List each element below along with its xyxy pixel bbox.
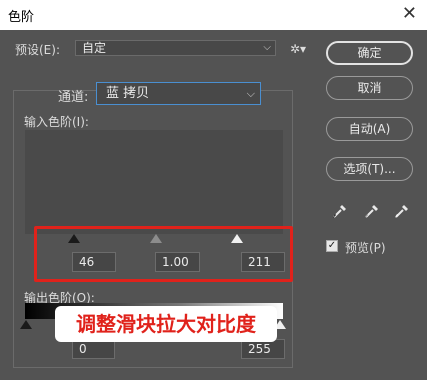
input-levels-label: 输入色阶(I): (24, 115, 89, 129)
preset-value: 自定 (82, 41, 107, 55)
annotation-banner: 调整滑块拉大对比度 (55, 306, 277, 342)
close-icon[interactable]: ✕ (402, 3, 417, 24)
gray-eyedropper-icon[interactable] (363, 202, 381, 220)
output-black-field[interactable]: 0 (72, 339, 115, 359)
black-eyedropper-icon[interactable] (331, 202, 349, 220)
channel-select[interactable]: 蓝 拷贝 ⌵ (96, 82, 261, 105)
preset-select[interactable]: 自定 ⌵ (75, 40, 276, 56)
output-white-field[interactable]: 255 (241, 339, 285, 359)
window-title: 色阶 (8, 10, 35, 25)
chevron-down-icon: ⌵ (263, 42, 271, 53)
cancel-button[interactable]: 取消 (326, 76, 413, 100)
preview-label: 预览(P) (345, 241, 386, 255)
preview-checkbox[interactable]: ✓ (326, 240, 338, 252)
channel-value: 蓝 拷贝 (106, 86, 150, 101)
gear-icon[interactable]: ✲▾ (290, 42, 306, 56)
highlight-box (34, 226, 293, 282)
title-bar: 色阶 ✕ (0, 0, 427, 30)
channel-label: 通道: (58, 90, 89, 105)
histogram (25, 130, 283, 234)
ok-button[interactable]: 确定 (326, 41, 413, 65)
chevron-down-icon: ⌵ (246, 87, 255, 100)
white-eyedropper-icon[interactable] (393, 202, 411, 220)
preset-label: 预设(E): (15, 43, 60, 57)
output-black-slider[interactable] (20, 320, 32, 329)
options-button[interactable]: 选项(T)... (326, 157, 413, 181)
auto-button[interactable]: 自动(A) (326, 117, 413, 141)
